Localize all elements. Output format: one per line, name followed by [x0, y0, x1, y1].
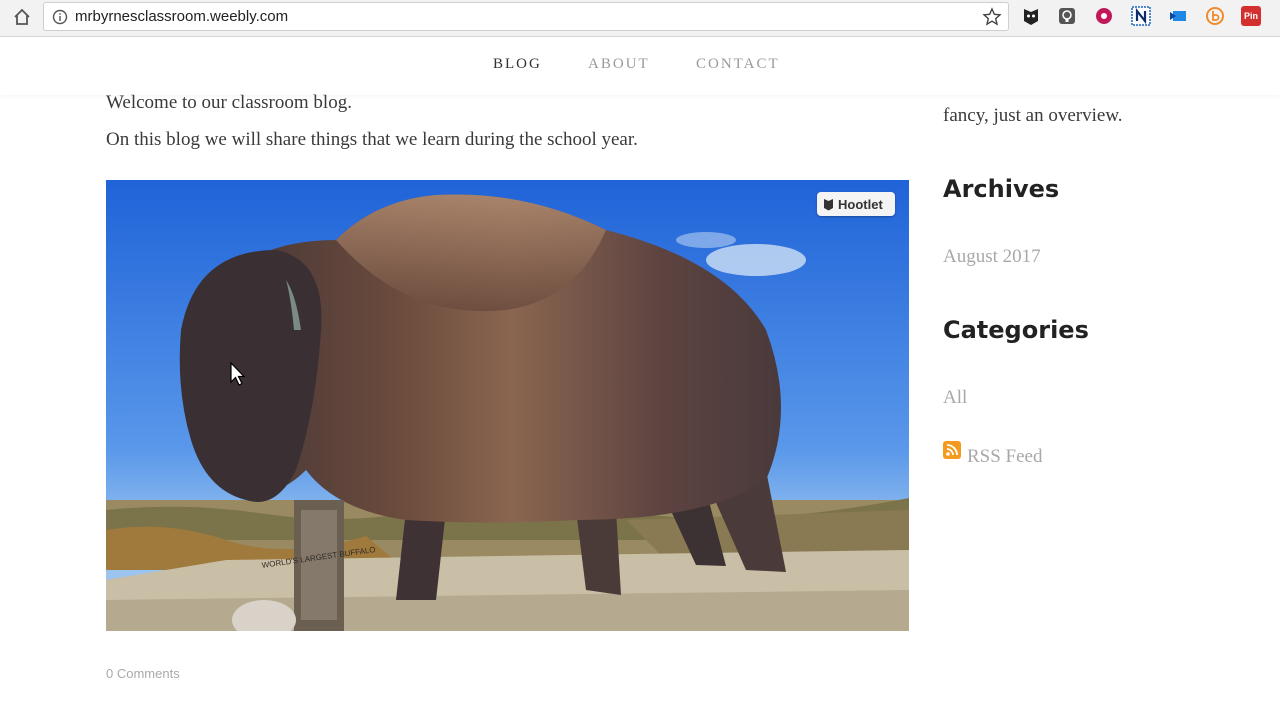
info-icon[interactable]: [52, 9, 68, 25]
mouse-cursor-icon: [230, 361, 246, 388]
comments-link[interactable]: 0 Comments: [106, 666, 180, 681]
lightbulb-icon[interactable]: [1057, 6, 1077, 26]
rss-icon[interactable]: [943, 441, 961, 459]
nav-about[interactable]: ABOUT: [588, 56, 650, 73]
hootlet-badge[interactable]: Hootlet: [817, 192, 895, 216]
screencast-icon[interactable]: [1168, 6, 1188, 26]
categories-heading: Categories: [943, 316, 1089, 344]
archives-heading: Archives: [943, 175, 1060, 203]
nav-blog[interactable]: BLOG: [493, 56, 542, 73]
address-bar[interactable]: mrbyrnesclassroom.weebly.com: [43, 2, 1009, 31]
site-navigation: BLOG ABOUT CONTACT: [0, 38, 1280, 95]
rss-feed-link[interactable]: RSS Feed: [967, 446, 1043, 468]
url-text[interactable]: mrbyrnesclassroom.weebly.com: [75, 8, 288, 25]
nav-contact[interactable]: CONTACT: [696, 56, 780, 73]
pinterest-icon[interactable]: Pin: [1241, 6, 1261, 26]
category-all-link[interactable]: All: [943, 387, 967, 409]
browser-toolbar: mrbyrnesclassroom.weebly.com Pin: [0, 0, 1280, 37]
hootsuite-owl-icon[interactable]: [1021, 6, 1041, 26]
post-intro-line: Welcome to our classroom blog.: [106, 92, 352, 113]
buffalo-statue-image[interactable]: WORLD'S LARGEST BUFFALO Hootlet: [106, 180, 909, 631]
bookmark-star-icon[interactable]: [982, 7, 1002, 27]
archive-august-2017-link[interactable]: August 2017: [943, 246, 1041, 268]
hootlet-label: Hootlet: [838, 196, 883, 212]
n-extension-icon[interactable]: [1131, 6, 1151, 26]
donut-icon[interactable]: [1094, 6, 1114, 26]
post-description-line: On this blog we will share things that w…: [106, 129, 638, 150]
b-extension-icon[interactable]: [1205, 6, 1225, 26]
sidebar-about-fragment: fancy, just an overview.: [943, 105, 1123, 126]
hootlet-owl-icon: [823, 198, 834, 211]
home-icon[interactable]: [8, 4, 36, 30]
